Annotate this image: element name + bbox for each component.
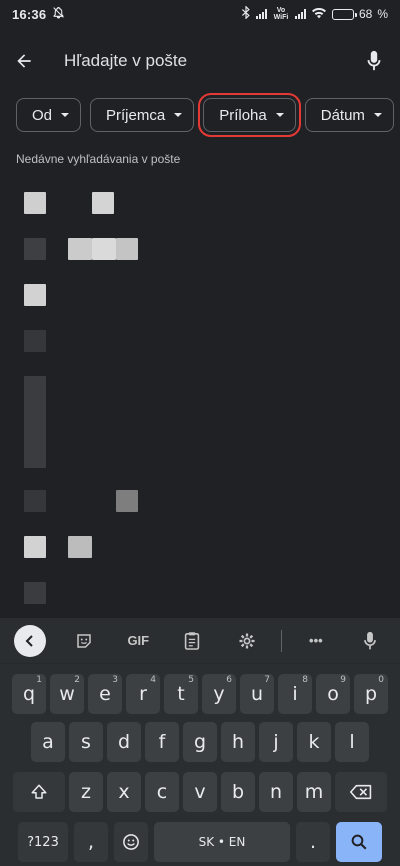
key-k[interactable]: k	[297, 722, 331, 762]
key-w[interactable]: w2	[50, 674, 84, 714]
search-input[interactable]	[48, 41, 348, 81]
mute-notifications-icon	[52, 6, 65, 22]
redacted-block[interactable]	[24, 376, 46, 468]
key-s[interactable]: s	[69, 722, 103, 762]
sticker-icon[interactable]	[64, 621, 104, 661]
key-v[interactable]: v	[183, 772, 217, 812]
key-n[interactable]: n	[259, 772, 293, 812]
backspace-icon	[350, 784, 372, 800]
redacted-text[interactable]	[116, 490, 138, 512]
chip-from[interactable]: Od	[16, 98, 82, 132]
key-j[interactable]: j	[259, 722, 293, 762]
arrow-back-icon[interactable]	[0, 38, 48, 84]
chevron-down-icon	[275, 113, 284, 117]
chip-recipient[interactable]: Príjemca	[90, 98, 195, 132]
redacted-text[interactable]	[116, 238, 138, 260]
vowifi-label: Vo WiFi	[273, 7, 289, 21]
chip-date[interactable]: Dátum	[304, 98, 394, 132]
mic-icon[interactable]	[348, 38, 400, 84]
keyboard-toolbar: GIF •••	[0, 618, 400, 664]
history-icon[interactable]	[24, 582, 46, 604]
key-z[interactable]: z	[69, 772, 103, 812]
comma-key[interactable]: ,	[74, 822, 108, 862]
key-b[interactable]: b	[221, 772, 255, 812]
shift-icon	[31, 784, 47, 799]
battery-icon	[331, 8, 357, 20]
key-t[interactable]: t5	[164, 674, 198, 714]
key-i[interactable]: i8	[278, 674, 312, 714]
key-c[interactable]: c	[145, 772, 179, 812]
chevron-down-icon	[373, 113, 382, 117]
key-e[interactable]: e3	[88, 674, 122, 714]
gif-button[interactable]: GIF	[118, 621, 158, 661]
chevron-down-icon	[174, 113, 183, 117]
redacted-text[interactable]	[68, 536, 92, 558]
wifi-icon	[311, 7, 327, 22]
signal-icon	[255, 9, 267, 19]
key-row-4: ?123 , SK • EN .	[0, 822, 400, 862]
period-key[interactable]: .	[296, 822, 330, 862]
key-p[interactable]: p0	[354, 674, 388, 714]
history-icon[interactable]	[24, 192, 46, 214]
status-time: 16:36	[12, 6, 47, 22]
chevron-down-icon	[61, 113, 70, 117]
chip-label: Od	[32, 106, 53, 124]
keyboard-mic-icon[interactable]	[350, 621, 390, 661]
key-a[interactable]: a	[31, 722, 65, 762]
more-icon[interactable]: •••	[296, 621, 336, 661]
key-f[interactable]: f	[145, 722, 179, 762]
search-icon	[351, 834, 367, 850]
space-key[interactable]: SK • EN	[154, 822, 290, 862]
key-l[interactable]: l	[335, 722, 369, 762]
key-x[interactable]: x	[107, 772, 141, 812]
chip-attachment[interactable]: Príloha	[198, 93, 301, 137]
recent-searches-label: Nedávne vyhľadávania v pošte	[16, 152, 181, 166]
key-row-1: q1 w2 e3 r4 t5 y6 u7 i8 o9 p0	[0, 674, 400, 714]
search-bar	[0, 38, 400, 84]
key-r[interactable]: r4	[126, 674, 160, 714]
history-icon[interactable]	[24, 490, 46, 512]
bluetooth-icon	[241, 5, 251, 22]
key-d[interactable]: d	[107, 722, 141, 762]
key-m[interactable]: m	[297, 772, 331, 812]
emoji-icon	[123, 834, 139, 850]
key-g[interactable]: g	[183, 722, 217, 762]
key-h[interactable]: h	[221, 722, 255, 762]
keyboard: GIF ••• q1 w2 e3 r4 t5 y6 u7 i8 o9 p0 a …	[0, 618, 400, 866]
chevron-left-icon	[14, 624, 46, 657]
chip-label: Príloha	[219, 106, 267, 124]
symbols-key[interactable]: ?123	[18, 822, 68, 862]
key-q[interactable]: q1	[12, 674, 46, 714]
redacted-text[interactable]	[92, 192, 114, 214]
emoji-key[interactable]	[114, 822, 148, 862]
clipboard-icon[interactable]	[172, 621, 212, 661]
key-u[interactable]: u7	[240, 674, 274, 714]
shift-key[interactable]	[13, 772, 65, 812]
history-icon[interactable]	[24, 238, 46, 260]
backspace-key[interactable]	[335, 772, 387, 812]
status-bar: 16:36 Vo WiFi 68%	[12, 5, 388, 22]
history-icon[interactable]	[24, 330, 46, 352]
search-key[interactable]	[336, 822, 382, 862]
filter-chips: Od Príjemca Príloha Dátum	[16, 93, 394, 137]
keyboard-back-button[interactable]	[10, 621, 50, 661]
redacted-text[interactable]	[68, 238, 92, 260]
toolbar-divider	[280, 629, 282, 652]
chip-label: Dátum	[320, 106, 365, 124]
settings-icon[interactable]	[227, 621, 267, 661]
battery-percent: 68	[358, 7, 373, 21]
key-row-3: z x c v b n m	[0, 772, 400, 812]
key-row-2: a s d f g h j k l	[0, 722, 400, 762]
key-o[interactable]: o9	[316, 674, 350, 714]
history-icon[interactable]	[24, 536, 46, 558]
chip-label: Príjemca	[106, 106, 166, 124]
key-y[interactable]: y6	[202, 674, 236, 714]
history-icon[interactable]	[24, 284, 46, 306]
redacted-text[interactable]	[92, 238, 116, 260]
signal-icon-2	[294, 9, 306, 19]
